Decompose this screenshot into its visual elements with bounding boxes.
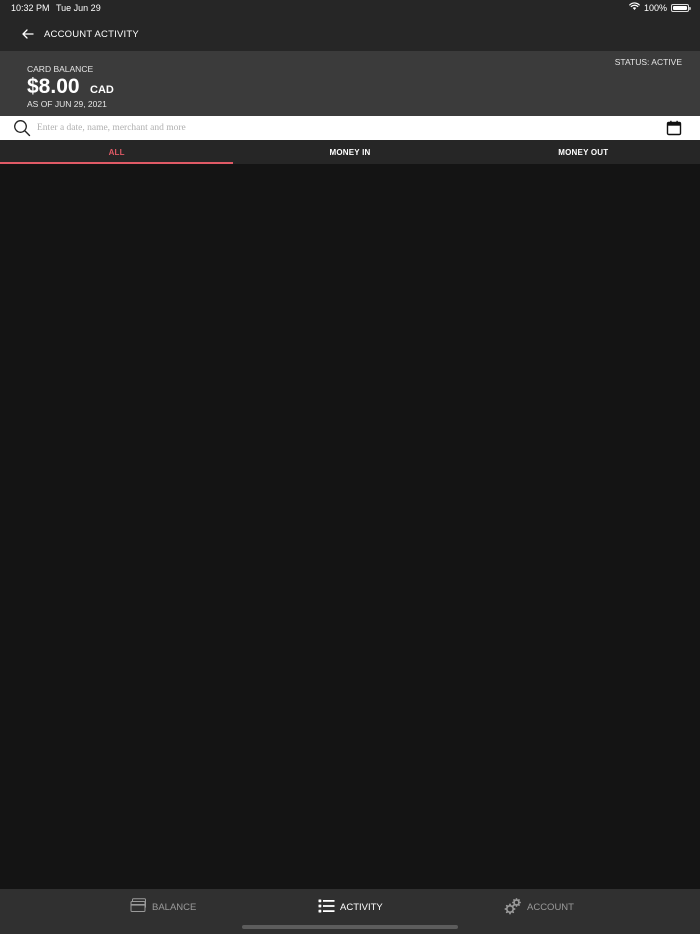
tab-all[interactable]: ALL [0,140,234,164]
calendar-icon[interactable] [666,120,682,136]
gears-icon [504,897,522,918]
bottom-nav-balance-label: BALANCE [152,901,197,913]
app-screen: 10:32 PM Tue Jun 29 100% ACCOUNT ACTIVIT… [0,0,700,934]
search-icon [13,119,31,137]
status-time: 10:32 PM [11,3,50,13]
status-indicators: 100% [629,2,691,13]
page-title: ACCOUNT ACTIVITY [44,29,139,40]
tab-money-in-label: MONEY IN [329,147,371,157]
activity-filter-tabs: ALL MONEY IN MONEY OUT [0,140,700,164]
back-button[interactable] [18,26,38,44]
battery-percent: 100% [643,2,667,13]
bottom-nav-activity-label: ACTIVITY [340,901,383,913]
tab-money-out[interactable]: MONEY OUT [467,140,700,164]
card-status: STATUS: ACTIVE [614,57,682,67]
search-bar [0,116,700,140]
home-indicator [242,925,458,929]
status-date: Tue Jun 29 [56,3,101,13]
card-currency: CAD [90,84,114,96]
card-as-of-date: AS OF JUN 29, 2021 [27,99,107,109]
tab-money-out-label: MONEY OUT [558,147,609,157]
battery-icon [671,3,691,12]
bottom-nav-activity[interactable]: ACTIVITY [318,898,383,916]
wifi-icon [629,2,640,13]
balance-card: CARD BALANCE $8.00 CAD AS OF JUN 29, 202… [0,51,700,116]
nav-bar: ACCOUNT ACTIVITY [0,20,700,51]
bottom-nav-account[interactable]: ACCOUNT [504,897,574,918]
status-bar: 10:32 PM Tue Jun 29 100% [0,0,700,18]
bottom-nav-account-label: ACCOUNT [527,901,574,913]
card-balance-label: CARD BALANCE [27,64,94,74]
tab-all-label: ALL [108,147,125,157]
top-bar: 10:32 PM Tue Jun 29 100% ACCOUNT ACTIVIT… [0,0,700,51]
list-icon [318,899,335,916]
activity-list [0,164,700,889]
battery-nub [689,6,691,10]
tab-money-in[interactable]: MONEY IN [233,140,466,164]
search-input[interactable] [37,119,657,137]
arrow-left-icon [22,26,34,44]
battery-fill [673,5,687,10]
card-balance-amount: $8.00 [27,75,80,98]
card-icon [130,898,147,916]
bottom-nav-balance[interactable]: BALANCE [130,898,196,916]
